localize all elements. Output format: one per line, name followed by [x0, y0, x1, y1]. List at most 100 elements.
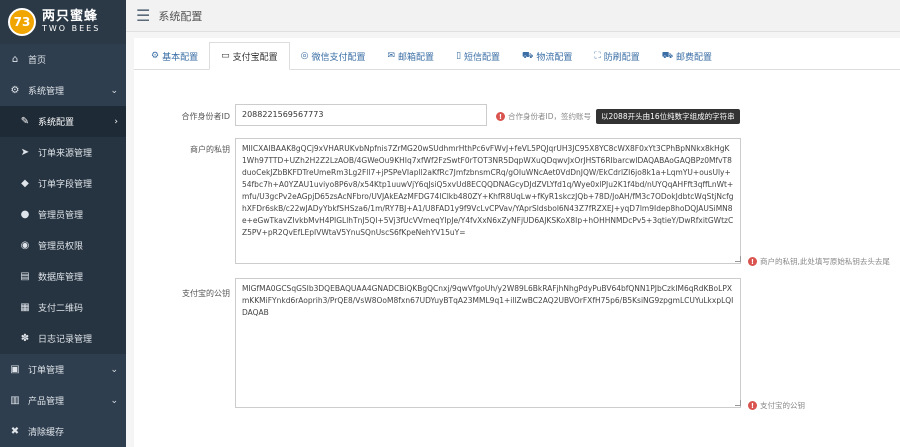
tab-basic[interactable]: ⚙ 基本配置: [140, 42, 209, 70]
sidebar-item-label: 管理员权限: [38, 242, 84, 252]
tab-label: 邮箱配置: [398, 52, 435, 63]
sidebar-item-order-fields[interactable]: ◆ 订单字段管理: [0, 168, 126, 199]
main-panel: ⚙ 基本配置 ▭ 支付宝配置 ◎ 微信支付配置 ✉ 邮箱配置 ▯ 短信配置 ⛟ …: [134, 38, 900, 447]
menu-toggle-icon[interactable]: ☰: [136, 6, 150, 25]
wrench-icon: ✎: [20, 116, 30, 127]
brand-name-en: TWO BEES: [42, 23, 101, 33]
sidebar-item-label: 首页: [28, 56, 47, 66]
sidebar-item-payment-qrcode[interactable]: ▦ 支付二维码: [0, 292, 126, 323]
info-icon: !: [748, 401, 757, 410]
users-icon: ◉: [20, 240, 30, 251]
tab-alipay[interactable]: ▭ 支付宝配置: [209, 42, 290, 70]
sidebar-item-clear-cache[interactable]: ✖ 清除缓存: [0, 416, 126, 447]
partner-hint-text: 合作身份者ID，签约账号: [508, 112, 591, 121]
sidebar-nav: ⌂ 首页 ⚙ 系统管理 ⌄ ✎ 系统配置 › ➤ 订单来源管理 ◆ 订单字段管理…: [0, 44, 126, 447]
public-key-label: 支付宝的公钥: [182, 289, 230, 298]
chevron-down-icon: ⌄: [110, 395, 118, 406]
info-icon: !: [496, 112, 505, 121]
tab-label: 邮费配置: [676, 52, 713, 63]
logo-text: 两只蜜蜂 TWO BEES: [42, 10, 100, 33]
chevron-down-icon: ⌄: [110, 85, 118, 96]
tab-logistics[interactable]: ⛟ 物流配置: [511, 42, 583, 70]
tab-sms[interactable]: ▯ 短信配置: [445, 42, 511, 70]
public-key-hint-text: 支付宝的公钥: [760, 401, 805, 410]
gear-icon: ⚙: [151, 51, 160, 61]
sidebar-item-database[interactable]: ▤ 数据库管理: [0, 261, 126, 292]
sidebar-item-orders[interactable]: ▣ 订单管理 ⌄: [0, 354, 126, 385]
truck-icon: ⛟: [522, 50, 534, 61]
cart-icon: ▣: [10, 364, 20, 375]
database-icon: ▤: [20, 271, 30, 282]
partner-id-input[interactable]: 2088221569567773: [235, 104, 487, 126]
logo: 73 两只蜜蜂 TWO BEES: [0, 0, 126, 44]
credit-card-icon: ▭: [221, 51, 230, 61]
trash-icon: ✖: [10, 426, 20, 437]
sidebar-item-label: 支付二维码: [38, 304, 84, 314]
home-icon: ⌂: [11, 54, 19, 65]
sidebar-item-label: 日志记录管理: [38, 335, 93, 345]
tab-label: 短信配置: [464, 52, 501, 63]
envelope-icon: ✉: [387, 51, 396, 61]
config-tabs: ⚙ 基本配置 ▭ 支付宝配置 ◎ 微信支付配置 ✉ 邮箱配置 ▯ 短信配置 ⛟ …: [134, 38, 900, 70]
topbar: ☰ 系统配置: [126, 0, 900, 32]
gear-icon: ⚙: [10, 85, 20, 96]
tab-label: 基本配置: [162, 52, 199, 63]
chevron-right-icon: ›: [114, 116, 118, 127]
private-key-textarea[interactable]: MIICXAIBAAK8gQCj9xVHARUKvbNpfnis7ZrMG20w…: [235, 138, 741, 264]
mobile-icon: ▯: [456, 51, 462, 61]
brand-name-cn: 两只蜜蜂: [42, 9, 99, 25]
tab-wechat-pay[interactable]: ◎ 微信支付配置: [290, 42, 377, 70]
sidebar-item-label: 系统管理: [28, 87, 65, 97]
public-key-row: 支付宝的公钥 MIGfMA0GCSqGSIb3DQEBAQUAA4GNADCBi…: [134, 278, 900, 410]
sidebar: 73 两只蜜蜂 TWO BEES ⌂ 首页 ⚙ 系统管理 ⌄ ✎ 系统配置 › …: [0, 0, 126, 447]
sidebar-item-logs[interactable]: ✽ 日志记录管理: [0, 323, 126, 354]
sidebar-item-admin-permissions[interactable]: ◉ 管理员权限: [0, 230, 126, 261]
page-title: 系统配置: [158, 9, 203, 23]
sidebar-item-home[interactable]: ⌂ 首页: [0, 44, 126, 75]
sidebar-item-label: 产品管理: [28, 397, 65, 407]
truck-icon: ⛟: [661, 50, 674, 61]
sidebar-item-label: 订单管理: [28, 366, 65, 376]
shield-icon: ⛶: [594, 51, 601, 61]
private-key-label: 商户的私钥: [190, 145, 230, 154]
tab-label: 支付宝配置: [232, 52, 278, 63]
sidebar-item-label: 订单来源管理: [38, 149, 93, 159]
partner-hint: ! 合作身份者ID，签约账号 以2088开头由16位纯数字组成的字符串: [496, 109, 740, 124]
tab-email[interactable]: ✉ 邮箱配置: [377, 42, 446, 70]
tab-postage[interactable]: ⛟ 邮费配置: [651, 42, 723, 70]
public-key-hint: ! 支付宝的公钥: [748, 400, 805, 411]
tab-anti-spam[interactable]: ⛶ 防刷配置: [583, 42, 650, 70]
sidebar-item-label: 数据库管理: [38, 273, 84, 283]
private-key-row: 商户的私钥 MIICXAIBAAK8gQCj9xVHARUKvbNpfnis7Z…: [134, 138, 900, 266]
paw-icon: ✽: [20, 333, 30, 344]
user-icon: ●: [20, 209, 30, 220]
sidebar-item-label: 管理员管理: [38, 211, 84, 221]
partner-tooltip: 以2088开头由16位纯数字组成的字符串: [596, 109, 740, 124]
public-key-textarea[interactable]: MIGfMA0GCSqGSIb3DQEBAQUAA4GNADCBiQKBgQCn…: [235, 278, 741, 408]
partner-label: 合作身份者ID: [181, 112, 230, 121]
private-key-hint-text: 商户的私钥,此处填写原始私钥去头去尾: [760, 257, 890, 266]
tab-label: 物流配置: [536, 52, 573, 63]
bee-logo-icon: 73: [8, 8, 36, 36]
sidebar-item-order-source[interactable]: ➤ 订单来源管理: [0, 137, 126, 168]
private-key-hint: ! 商户的私钥,此处填写原始私钥去头去尾: [748, 256, 890, 267]
product-icon: ▥: [10, 395, 20, 406]
sidebar-item-system[interactable]: ⚙ 系统管理 ⌄: [0, 75, 126, 106]
sidebar-item-system-config[interactable]: ✎ 系统配置 ›: [0, 106, 126, 137]
info-icon: !: [748, 257, 757, 266]
tab-label: 防刷配置: [603, 52, 640, 63]
sidebar-item-admins[interactable]: ● 管理员管理: [0, 199, 126, 230]
chevron-down-icon: ⌄: [110, 364, 118, 375]
sidebar-item-label: 系统配置: [38, 118, 75, 128]
sidebar-item-label: 清除缓存: [28, 428, 65, 438]
tag-icon: ◆: [21, 178, 29, 189]
send-icon: ➤: [20, 147, 30, 158]
resize-handle[interactable]: [735, 256, 741, 262]
wechat-icon: ◎: [300, 51, 309, 61]
sidebar-item-label: 订单字段管理: [38, 180, 93, 190]
tab-label: 微信支付配置: [311, 52, 366, 63]
sidebar-item-products[interactable]: ▥ 产品管理 ⌄: [0, 385, 126, 416]
partner-row: 合作身份者ID 2088221569567773 ! 合作身份者ID，签约账号 …: [134, 104, 900, 128]
qrcode-icon: ▦: [20, 302, 30, 313]
resize-handle[interactable]: [735, 400, 741, 406]
